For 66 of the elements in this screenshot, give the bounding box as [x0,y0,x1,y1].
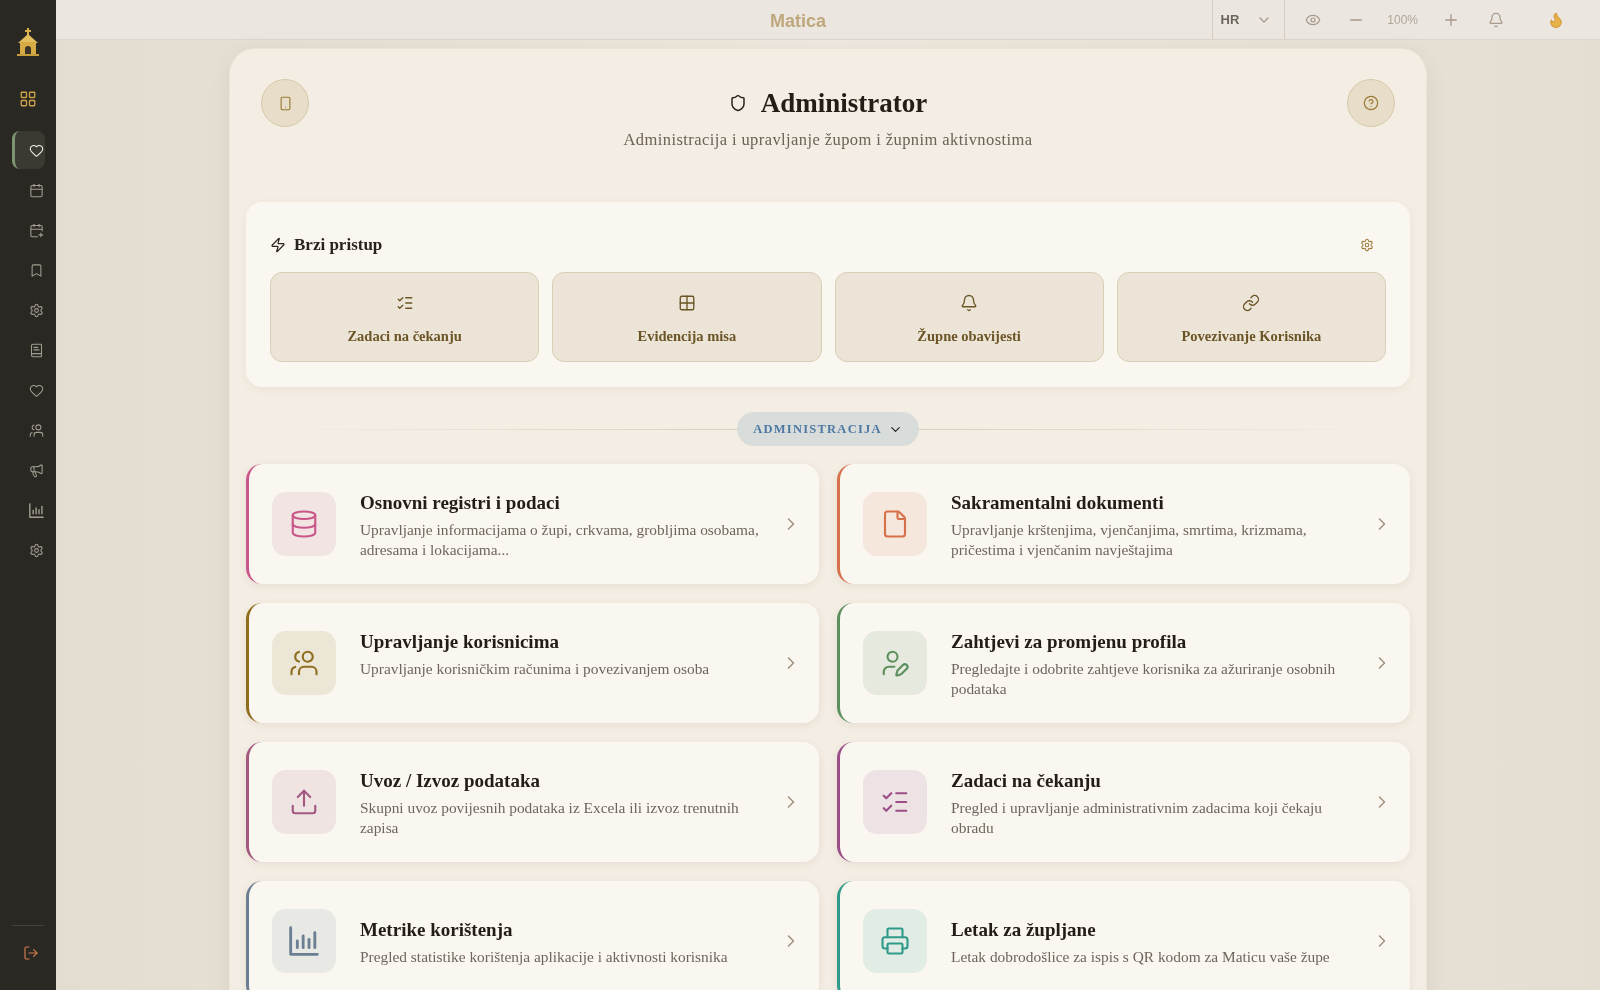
calendar-icon [29,182,44,198]
help-button[interactable] [1347,79,1395,127]
card-title: Metrike korištenja [360,917,514,942]
admin-card[interactable]: Osnovni registri i podaci Upravljanje informacijama o župi, crkvama, grobljima osobama, adresama i lokacijama... [246,464,819,584]
user-pen-icon [863,631,927,695]
quick-access-button[interactable]: Evidencija misa [552,272,822,362]
document-icon [863,492,927,556]
card-description: Pregled i upravljanje administrativnim zadacima koji čekaju obradu [951,797,1323,838]
grid-icon [677,294,696,313]
quick-access-button[interactable]: Zadaci na čekanju [270,272,540,362]
card-title: Letak za župljane [951,917,1097,942]
card-description: Skupni uvoz povijesnih podataka iz Excela ili izvoz trenutnih zapisa [360,797,740,838]
quick-access-button[interactable]: Povezivanje Korisnika [1116,272,1386,362]
card-title: Zahtjevi za promjenu profila [951,629,1188,654]
card-title: Sakramentalni dokumenti [951,490,1165,515]
card-title: Zadaci na čekanju [951,768,1102,793]
admin-card[interactable]: Uvoz / Izvoz podataka Skupni uvoz povijesnih podataka iz Excela ili izvoz trenutnih zapisa [246,742,819,862]
settings-icon [29,542,44,558]
shield-icon [728,94,747,112]
users-icon [272,631,336,695]
quick-access-button[interactable]: Župne obavijesti [834,272,1104,362]
checklist-icon [863,770,927,834]
card-description: Upravljanje informacijama o župi, crkvama, grobljima osobama, adresama i lokacijama... [360,519,760,560]
sidebar-item[interactable] [12,131,45,169]
admin-card[interactable]: Zadaci na čekanju Pregled i upravljanje administrativnim zadacima koji čekaju obradu [837,742,1410,862]
users-icon [29,422,44,438]
database-icon [272,492,336,556]
grid-icon[interactable] [19,90,37,108]
help-icon [1363,95,1379,111]
bell-icon [960,294,979,313]
card-title: Upravljanje korisnicima [360,629,560,654]
bookmark-icon [29,262,44,278]
megaphone-icon [29,462,44,478]
bar-chart-icon [29,502,44,518]
card-description: Letak dobrodošlice za ispis s QR kodom za Maticu vaše župe [951,946,1331,967]
lightning-icon [270,237,286,253]
card-title: Uvoz / Izvoz podataka [360,768,541,793]
smartphone-icon [277,95,293,111]
bar-chart-icon [272,909,336,973]
admin-card[interactable]: Letak za župljane Letak dobrodošlice za ispis s QR kodom za Maticu vaše župe [837,881,1410,990]
card-title: Osnovni registri i podaci [360,490,561,515]
page-title: Administrator [760,86,928,120]
church-logo [17,28,39,56]
printer-icon [863,909,927,973]
heart-icon [29,382,44,398]
settings-icon [29,302,44,318]
heart-icon [29,142,44,158]
link-icon [1242,294,1261,313]
language-select[interactable]: HR [1211,0,1286,39]
admin-card[interactable]: Upravljanje korisnicima Upravljanje korisničkim računima i povezivanjem osoba [246,603,819,723]
admin-card[interactable]: Zahtjevi za promjenu profila Pregledajte i odobrite zahtjeve korisnika za ažuriranje osobnih podataka [837,603,1410,723]
card-description: Pregledajte i odobrite zahtjeve korisnika za ažuriranje osobnih podataka [951,658,1337,699]
card-description: Upravljanje krštenjima, vjenčanjima, smrtima, krizmama, pričestima i vjenčanim navještajima [951,519,1308,560]
page-subtitle: Administracija i upravljanje župom i župnim aktivnostima [623,130,1033,150]
calendar-plus-icon [29,222,44,238]
upload-icon [272,770,336,834]
card-description: Pregled statistike korištenja aplikacije i aktivnosti korisnika [360,946,729,967]
bell-icon[interactable] [1488,11,1504,28]
section-title: Brzi pristup [294,234,383,257]
card-description: Upravljanje korisničkim računima i povezivanjem osoba [360,658,711,679]
app-title: Matica [770,9,827,33]
zoom-level: 100% [1387,11,1418,29]
book-icon [29,342,44,358]
settings-icon[interactable] [1360,238,1374,252]
admin-card[interactable]: Metrike korištenja Pregled statistike korištenja aplikacije i aktivnosti korisnika [246,881,819,990]
admin-card[interactable]: Sakramentalni dokumenti Upravljanje krštenjima, vjenčanjima, smrtima, krizmama, pričestima i vjenčanim navještajima [837,464,1410,584]
